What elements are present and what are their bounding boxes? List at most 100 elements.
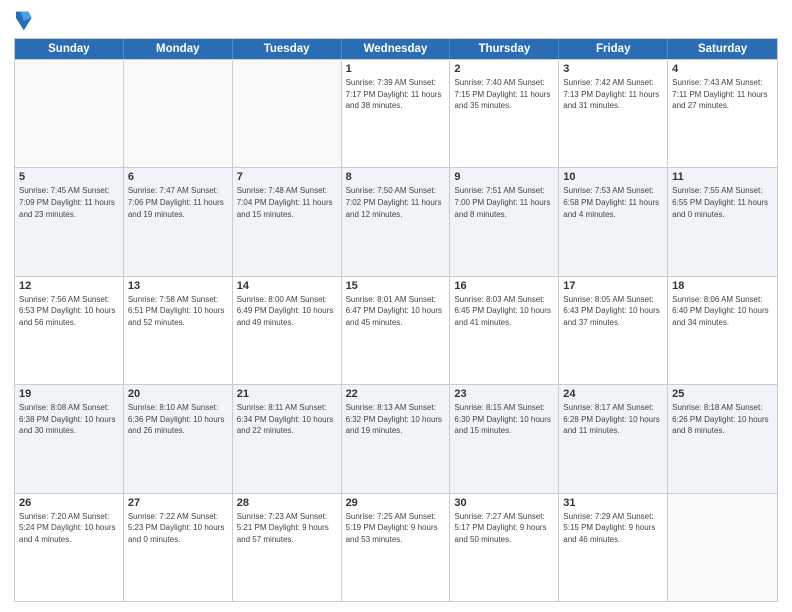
- day-info: Sunrise: 7:51 AM Sunset: 7:00 PM Dayligh…: [454, 185, 554, 220]
- day-info: Sunrise: 8:18 AM Sunset: 6:26 PM Dayligh…: [672, 402, 773, 437]
- day-number: 3: [563, 63, 663, 75]
- day-number: 28: [237, 497, 337, 509]
- calendar-cell-r0c6: 4 Sunrise: 7:43 AM Sunset: 7:11 PM Daylig…: [668, 60, 777, 167]
- day-number: 25: [672, 388, 773, 400]
- day-number: 22: [346, 388, 446, 400]
- day-info: Sunrise: 7:25 AM Sunset: 5:19 PM Dayligh…: [346, 511, 446, 546]
- day-number: 26: [19, 497, 119, 509]
- day-info: Sunrise: 8:10 AM Sunset: 6:36 PM Dayligh…: [128, 402, 228, 437]
- calendar-cell-r4c0: 26 Sunrise: 7:20 AM Sunset: 5:24 PM Dayli…: [15, 494, 124, 601]
- day-info: Sunrise: 8:05 AM Sunset: 6:43 PM Dayligh…: [563, 294, 663, 329]
- day-number: 10: [563, 171, 663, 183]
- day-info: Sunrise: 8:11 AM Sunset: 6:34 PM Dayligh…: [237, 402, 337, 437]
- day-number: 5: [19, 171, 119, 183]
- calendar-cell-r4c5: 31Sunrise: 7:29 AM Sunset: 5:15 PM Dayli…: [559, 494, 668, 601]
- day-number: 9: [454, 171, 554, 183]
- calendar-cell-r3c3: 22 Sunrise: 8:13 AM Sunset: 6:32 PM Dayli…: [342, 385, 451, 492]
- calendar-cell-r1c6: 11Sunrise: 7:55 AM Sunset: 6:55 PM Dayli…: [668, 168, 777, 275]
- calendar-cell-r1c5: 10Sunrise: 7:53 AM Sunset: 6:58 PM Dayli…: [559, 168, 668, 275]
- calendar-row-3: 19 Sunrise: 8:08 AM Sunset: 6:38 PM Dayli…: [15, 384, 777, 492]
- day-number: 17: [563, 280, 663, 292]
- day-number: 15: [346, 280, 446, 292]
- calendar-row-4: 26 Sunrise: 7:20 AM Sunset: 5:24 PM Dayli…: [15, 493, 777, 601]
- day-info: Sunrise: 7:23 AM Sunset: 5:21 PM Dayligh…: [237, 511, 337, 546]
- calendar: SundayMondayTuesdayWednesdayThursdayFrid…: [14, 38, 778, 602]
- calendar-cell-r1c4: 9 Sunrise: 7:51 AM Sunset: 7:00 PM Daylig…: [450, 168, 559, 275]
- logo: [14, 10, 36, 32]
- weekday-header-tuesday: Tuesday: [233, 39, 342, 59]
- day-number: 21: [237, 388, 337, 400]
- day-number: 1: [346, 63, 446, 75]
- weekday-header-wednesday: Wednesday: [342, 39, 451, 59]
- day-number: 27: [128, 497, 228, 509]
- calendar-cell-r4c3: 29 Sunrise: 7:25 AM Sunset: 5:19 PM Dayli…: [342, 494, 451, 601]
- day-number: 13: [128, 280, 228, 292]
- calendar-cell-r3c0: 19 Sunrise: 8:08 AM Sunset: 6:38 PM Dayli…: [15, 385, 124, 492]
- calendar-body: 1 Sunrise: 7:39 AM Sunset: 7:17 PM Daylig…: [15, 59, 777, 601]
- day-info: Sunrise: 8:00 AM Sunset: 6:49 PM Dayligh…: [237, 294, 337, 329]
- day-number: 6: [128, 171, 228, 183]
- weekday-header-sunday: Sunday: [15, 39, 124, 59]
- day-info: Sunrise: 8:03 AM Sunset: 6:45 PM Dayligh…: [454, 294, 554, 329]
- day-info: Sunrise: 8:01 AM Sunset: 6:47 PM Dayligh…: [346, 294, 446, 329]
- day-number: 11: [672, 171, 773, 183]
- calendar-cell-r0c1: [124, 60, 233, 167]
- calendar-cell-r0c5: 3Sunrise: 7:42 AM Sunset: 7:13 PM Daylig…: [559, 60, 668, 167]
- calendar-cell-r3c1: 20 Sunrise: 8:10 AM Sunset: 6:36 PM Dayli…: [124, 385, 233, 492]
- day-info: Sunrise: 7:43 AM Sunset: 7:11 PM Dayligh…: [672, 77, 773, 112]
- calendar-cell-r4c1: 27 Sunrise: 7:22 AM Sunset: 5:23 PM Dayli…: [124, 494, 233, 601]
- calendar-cell-r2c4: 16 Sunrise: 8:03 AM Sunset: 6:45 PM Dayli…: [450, 277, 559, 384]
- calendar-cell-r1c3: 8 Sunrise: 7:50 AM Sunset: 7:02 PM Daylig…: [342, 168, 451, 275]
- day-number: 12: [19, 280, 119, 292]
- day-info: Sunrise: 8:13 AM Sunset: 6:32 PM Dayligh…: [346, 402, 446, 437]
- day-info: Sunrise: 7:27 AM Sunset: 5:17 PM Dayligh…: [454, 511, 554, 546]
- calendar-cell-r0c4: 2Sunrise: 7:40 AM Sunset: 7:15 PM Daylig…: [450, 60, 559, 167]
- logo-icon: [14, 10, 32, 32]
- day-info: Sunrise: 8:08 AM Sunset: 6:38 PM Dayligh…: [19, 402, 119, 437]
- weekday-header-saturday: Saturday: [668, 39, 777, 59]
- calendar-row-0: 1 Sunrise: 7:39 AM Sunset: 7:17 PM Daylig…: [15, 59, 777, 167]
- calendar-cell-r3c4: 23 Sunrise: 8:15 AM Sunset: 6:30 PM Dayli…: [450, 385, 559, 492]
- calendar-cell-r4c6: [668, 494, 777, 601]
- day-info: Sunrise: 8:15 AM Sunset: 6:30 PM Dayligh…: [454, 402, 554, 437]
- day-number: 14: [237, 280, 337, 292]
- calendar-cell-r0c3: 1 Sunrise: 7:39 AM Sunset: 7:17 PM Daylig…: [342, 60, 451, 167]
- top-area: [14, 10, 778, 32]
- day-info: Sunrise: 7:20 AM Sunset: 5:24 PM Dayligh…: [19, 511, 119, 546]
- day-info: Sunrise: 7:47 AM Sunset: 7:06 PM Dayligh…: [128, 185, 228, 220]
- day-number: 24: [563, 388, 663, 400]
- day-number: 16: [454, 280, 554, 292]
- calendar-cell-r0c2: [233, 60, 342, 167]
- weekday-header-friday: Friday: [559, 39, 668, 59]
- day-number: 4: [672, 63, 773, 75]
- calendar-cell-r2c2: 14 Sunrise: 8:00 AM Sunset: 6:49 PM Dayli…: [233, 277, 342, 384]
- calendar-cell-r2c0: 12Sunrise: 7:56 AM Sunset: 6:53 PM Dayli…: [15, 277, 124, 384]
- day-number: 23: [454, 388, 554, 400]
- day-info: Sunrise: 7:22 AM Sunset: 5:23 PM Dayligh…: [128, 511, 228, 546]
- day-number: 20: [128, 388, 228, 400]
- calendar-cell-r1c0: 5Sunrise: 7:45 AM Sunset: 7:09 PM Daylig…: [15, 168, 124, 275]
- calendar-cell-r2c6: 18 Sunrise: 8:06 AM Sunset: 6:40 PM Dayli…: [668, 277, 777, 384]
- day-number: 8: [346, 171, 446, 183]
- day-info: Sunrise: 7:29 AM Sunset: 5:15 PM Dayligh…: [563, 511, 663, 546]
- day-number: 19: [19, 388, 119, 400]
- day-number: 7: [237, 171, 337, 183]
- day-number: 29: [346, 497, 446, 509]
- day-number: 30: [454, 497, 554, 509]
- day-info: Sunrise: 7:50 AM Sunset: 7:02 PM Dayligh…: [346, 185, 446, 220]
- calendar-cell-r4c2: 28 Sunrise: 7:23 AM Sunset: 5:21 PM Dayli…: [233, 494, 342, 601]
- day-info: Sunrise: 7:48 AM Sunset: 7:04 PM Dayligh…: [237, 185, 337, 220]
- calendar-cell-r4c4: 30 Sunrise: 7:27 AM Sunset: 5:17 PM Dayli…: [450, 494, 559, 601]
- calendar-cell-r3c6: 25 Sunrise: 8:18 AM Sunset: 6:26 PM Dayli…: [668, 385, 777, 492]
- day-info: Sunrise: 8:17 AM Sunset: 6:28 PM Dayligh…: [563, 402, 663, 437]
- day-info: Sunrise: 7:40 AM Sunset: 7:15 PM Dayligh…: [454, 77, 554, 112]
- day-info: Sunrise: 7:39 AM Sunset: 7:17 PM Dayligh…: [346, 77, 446, 112]
- calendar-cell-r3c5: 24 Sunrise: 8:17 AM Sunset: 6:28 PM Dayli…: [559, 385, 668, 492]
- day-number: 18: [672, 280, 773, 292]
- calendar-cell-r2c1: 13Sunrise: 7:58 AM Sunset: 6:51 PM Dayli…: [124, 277, 233, 384]
- day-info: Sunrise: 8:06 AM Sunset: 6:40 PM Dayligh…: [672, 294, 773, 329]
- calendar-cell-r2c5: 17 Sunrise: 8:05 AM Sunset: 6:43 PM Dayli…: [559, 277, 668, 384]
- calendar-cell-r1c2: 7 Sunrise: 7:48 AM Sunset: 7:04 PM Daylig…: [233, 168, 342, 275]
- weekday-header-monday: Monday: [124, 39, 233, 59]
- calendar-row-2: 12Sunrise: 7:56 AM Sunset: 6:53 PM Dayli…: [15, 276, 777, 384]
